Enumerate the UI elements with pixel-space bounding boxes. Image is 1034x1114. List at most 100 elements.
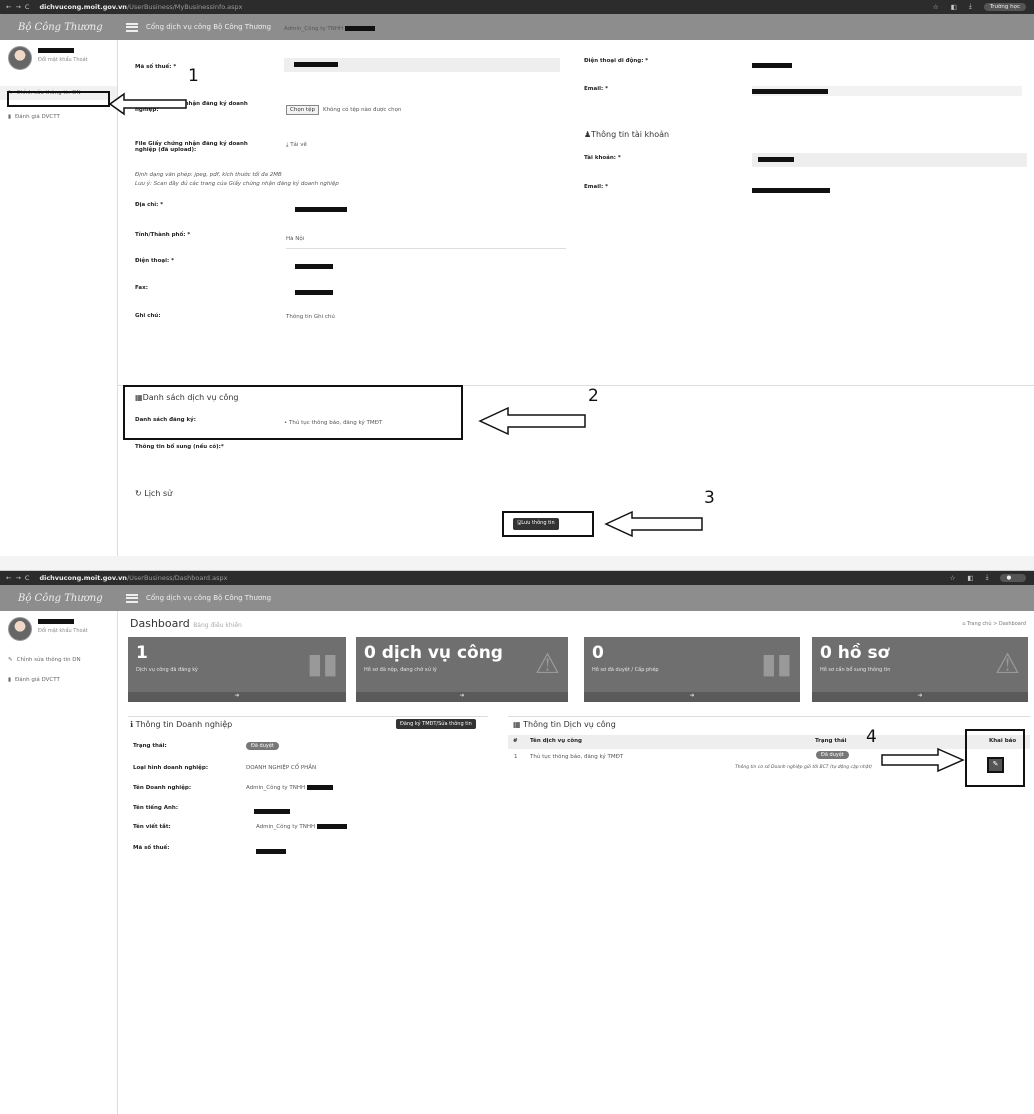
app-header: Bộ Công Thương Cổng dịch vụ công Bộ Công… [0, 14, 1034, 40]
edit-icon: ✎ [992, 760, 999, 768]
more-info-icon: ➜ [812, 692, 1028, 702]
no-file-text: Không có tệp nào được chọn [322, 107, 402, 113]
list-icon: ▦ [135, 393, 143, 402]
star-icon[interactable]: ☆ [950, 574, 956, 582]
annotation-number-1: 1 [188, 66, 199, 86]
extensions-icon[interactable]: ◧ [967, 574, 973, 582]
redacted-username [38, 47, 74, 53]
registered-label: Danh sách đăng ký: [135, 417, 196, 423]
sidebar: Đổi mật khẩu Thoát ✎ Chỉnh sửa thông tin… [0, 40, 118, 556]
app-title: Cổng dịch vụ công Bộ Công Thương [146, 594, 272, 602]
browser-nav-icons[interactable]: ←→C [6, 574, 33, 582]
english-name-value [254, 807, 290, 815]
business-type-label: Loại hình doanh nghiệp: [133, 765, 209, 771]
history-icon: ↻ [135, 489, 142, 498]
company-name-value: Admin_Công ty TNHH [246, 785, 333, 791]
app-header: Bộ Công Thương Cổng dịch vụ công Bộ Công… [0, 585, 1034, 611]
user-box: Đổi mật khẩu Thoát [0, 611, 117, 647]
declare-button[interactable]: ✎ [987, 757, 1004, 773]
tax-code-value [256, 847, 286, 855]
address-value[interactable] [295, 205, 347, 213]
row-note: Thông tin cơ sở Doanh nghiệp gửi tới BCT… [735, 765, 872, 770]
screenshot-dashboard: ←→C dichvucong.moit.gov.vn/UserBusiness/… [0, 570, 1034, 1114]
profile-chip[interactable]: Trường học [983, 2, 1026, 11]
menu-icon[interactable] [126, 593, 138, 603]
tax-code-field[interactable] [284, 58, 560, 72]
phone-value[interactable] [295, 262, 333, 270]
address-bar[interactable]: dichvucong.moit.gov.vn/UserBusiness/Dash… [39, 574, 227, 582]
download-icon[interactable]: ⤓ [986, 573, 989, 582]
more-info-icon: ➜ [584, 692, 800, 702]
choose-file-button[interactable]: Chọn tệp [286, 105, 319, 115]
account-email-label: Email: * [584, 184, 608, 190]
address-bar[interactable]: dichvucong.moit.gov.vn/UserBusiness/MyBu… [39, 3, 242, 11]
fax-value[interactable] [295, 288, 333, 296]
status-label: Trạng thái: [133, 743, 167, 749]
arrow-2 [478, 406, 586, 436]
breadcrumb[interactable]: ⌂ Trang chủ > Dashboard [962, 621, 1026, 627]
stat-card-need-supplement[interactable]: 0 hồ sơ Hồ sơ cần bổ sung thông tin ⚠ ➜ [812, 637, 1028, 702]
province-select[interactable]: Hà Nội [286, 236, 566, 249]
company-name-label: Tên Doanh nghiệp: [133, 785, 192, 791]
bar-chart-icon: ▮▮ [761, 647, 792, 680]
browser-nav-icons[interactable]: ←→C [6, 3, 33, 11]
registered-value: • Thủ tục thông báo, đăng ký TMĐT [284, 420, 383, 426]
bookmark-icon: ▮ [8, 114, 12, 120]
download-link[interactable]: ⤓ Tải về [286, 142, 307, 149]
sidebar: Đổi mật khẩu Thoát ✎ Chỉnh sửa thông tin… [0, 611, 118, 1114]
annotation-number-2: 2 [588, 386, 599, 406]
col-declare: Khai báo [989, 738, 1017, 744]
annotation-number-3: 3 [704, 488, 715, 508]
row-service-name: Thủ tục thông báo, đăng ký TMĐT [530, 754, 624, 760]
note-format: Định dạng văn phép: jpeg, pdf, kích thướ… [135, 172, 282, 178]
brand-logo[interactable]: Bộ Công Thương [0, 593, 118, 604]
register-edit-button[interactable]: Đăng ký TMĐT/Sửa thông tin [396, 719, 476, 729]
stat-card-pending[interactable]: 0 dịch vụ công Hồ sơ đã nộp, đang chờ xử… [356, 637, 568, 702]
avatar [8, 617, 32, 641]
mobile-value[interactable] [752, 61, 792, 69]
arrow-3 [604, 510, 703, 538]
note-textarea[interactable]: Thông tin Ghi chú [286, 314, 335, 320]
tax-code-label: Mã số thuế: * [135, 64, 177, 70]
email-field[interactable] [752, 86, 1022, 96]
list-icon: ▦ [513, 720, 524, 729]
address-label: Địa chỉ: * [135, 202, 164, 208]
user-links[interactable]: Đổi mật khẩu Thoát [38, 628, 88, 634]
edit-icon: ✎ [8, 657, 13, 663]
avatar [8, 46, 32, 70]
arrow-1 [108, 92, 187, 116]
company-header: ℹ Thông tin Doanh nghiệp [130, 720, 233, 729]
page-subtitle: Bảng điều khiển [193, 622, 242, 629]
sidebar-item-edit-business[interactable]: ✎ Chỉnh sửa thông tin DN [0, 653, 117, 667]
stat-card-registered[interactable]: 1 Dịch vụ công đã đăng ký ▮▮ ➜ [128, 637, 346, 702]
more-info-icon: ➜ [356, 692, 568, 702]
brand-logo[interactable]: Bộ Công Thương [0, 22, 118, 33]
fax-label: Fax: [135, 285, 148, 291]
browser-toolbar: ←→C dichvucong.moit.gov.vn/UserBusiness/… [0, 0, 1034, 14]
account-email-value[interactable] [752, 186, 830, 194]
stat-card-approved[interactable]: 0 Hồ sơ đã duyệt / Cấp phép ▮▮ ➜ [584, 637, 800, 702]
account-label: Tài khoản: * [584, 155, 621, 161]
extensions-icon[interactable]: ◧ [951, 3, 957, 11]
user-links[interactable]: Đổi mật khẩu Thoát [38, 57, 88, 63]
status-badge: Đã duyệt [246, 741, 279, 750]
download-icon[interactable]: ⤓ [969, 2, 972, 11]
app-title: Cổng dịch vụ công Bộ Công Thương [146, 23, 272, 31]
sidebar-item-rating[interactable]: ▮ Đánh giá DVCTT [0, 673, 117, 687]
col-status: Trạng thái [815, 738, 847, 744]
menu-icon[interactable] [126, 22, 138, 32]
warning-icon: ⚠ [534, 647, 560, 680]
account-field[interactable] [752, 153, 1027, 167]
screenshot-business-info: ←→C dichvucong.moit.gov.vn/UserBusiness/… [0, 0, 1034, 556]
arrow-4 [881, 747, 965, 773]
tax-code-label: Mã số thuế: [133, 845, 170, 851]
star-icon[interactable]: ☆ [933, 3, 939, 11]
short-name-value: Admin_Công ty TNHH [284, 26, 375, 32]
annotation-number-4: 4 [866, 727, 877, 747]
sidebar-item-rating[interactable]: ▮ Đánh giá DVCTT [0, 110, 117, 124]
note-label: Ghi chú: [135, 313, 161, 319]
phone-label: Điện thoại: * [135, 258, 174, 264]
annotation-box-1 [7, 91, 110, 107]
save-button[interactable]: 🖫Lưu thông tin [513, 518, 559, 530]
profile-chip[interactable]: ● [1000, 573, 1026, 582]
